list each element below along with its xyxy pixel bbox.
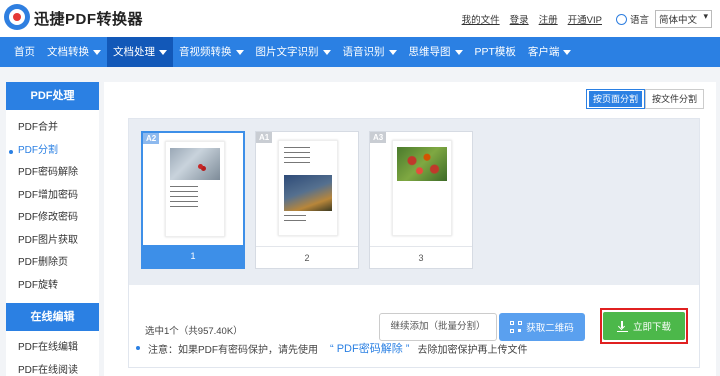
main-panel: 按页面分割 按文件分割 A2 1 A1 2 A3 3 选中1个（共957.40K… (104, 82, 716, 376)
caret-down-icon (563, 49, 572, 55)
preview-area: A2 1 A1 2 A3 3 选中1个（共957.40K） 继续添加（批量分割）… (128, 118, 700, 368)
register-link[interactable]: 注册 (539, 12, 558, 26)
nav-ocr[interactable]: 图片文字识别 (250, 37, 337, 67)
nav-av-convert-label: 音视频转换 (179, 46, 232, 58)
split-by-file-button[interactable]: 按文件分割 (644, 89, 704, 109)
nav-doc-process-label: 文档处理 (113, 46, 155, 58)
nav-home-label: 首页 (14, 46, 35, 58)
nav-doc-convert[interactable]: 文档转换 (41, 37, 107, 67)
page-image (397, 147, 447, 181)
page-text (170, 186, 198, 211)
sidebar-item-extract-images[interactable]: PDF图片获取 (6, 230, 99, 253)
caret-down-icon (93, 49, 101, 55)
nav-av-convert[interactable]: 音视频转换 (173, 37, 250, 67)
sidebar-item-add-password[interactable]: PDF增加密码 (6, 185, 99, 208)
sidebar-item-online-edit[interactable]: PDF在线编辑 (6, 337, 99, 360)
notice-suffix: 去除加密保护再上传文件 (417, 344, 528, 356)
nav-ppt-label: PPT模板 (474, 46, 516, 58)
sidebar-item-change-password[interactable]: PDF修改密码 (6, 207, 99, 230)
download-now-label: 立即下载 (632, 322, 671, 333)
page-number: 1 (143, 245, 243, 267)
nav-mindmap-label: 思维导图 (408, 46, 451, 58)
continue-add-button[interactable]: 继续添加（批量分割） (379, 313, 497, 341)
page-sheet (392, 140, 452, 236)
language-label: 语言 (629, 15, 649, 26)
page-size-tag: A3 (370, 132, 387, 143)
nav-speech[interactable]: 语音识别 (337, 37, 403, 67)
pages-zone: A2 1 A1 2 A3 3 (129, 119, 699, 285)
my-files-link[interactable]: 我的文件 (462, 12, 500, 26)
top-links: 我的文件 登录 注册 开通VIP 语言 简体中文 (452, 10, 712, 28)
split-by-page-label: 按页面分割 (588, 91, 642, 107)
nav-doc-convert-label: 文档转换 (47, 46, 89, 58)
nav-mindmap[interactable]: 思维导图 (403, 37, 469, 67)
sidebar-item-split[interactable]: PDF分割 (6, 140, 99, 163)
sidebar-section-pdf: PDF处理 (6, 82, 99, 110)
caret-down-icon (159, 49, 167, 55)
get-qrcode-label: 获取二维码 (526, 323, 574, 334)
page-thumb[interactable]: A3 3 (369, 131, 473, 269)
caret-down-icon (235, 49, 244, 55)
page-thumb[interactable]: A2 1 (141, 131, 245, 269)
bullet-icon (136, 346, 140, 350)
logo-icon (4, 4, 30, 30)
caret-down-icon (388, 49, 397, 55)
nav-ppt[interactable]: PPT模板 (469, 37, 522, 67)
download-now-button[interactable]: 立即下载 (603, 312, 685, 340)
page-text (284, 147, 310, 167)
open-vip-link[interactable]: 开通VIP (568, 12, 602, 26)
page-sheet (278, 140, 338, 236)
get-qrcode-button[interactable]: 获取二维码 (499, 313, 585, 341)
page-thumb[interactable]: A1 2 (255, 131, 359, 269)
split-by-page-button[interactable]: 按页面分割 (585, 89, 645, 109)
pdf-password-remove-link[interactable]: “ PDF密码解除 ” (330, 340, 409, 356)
page-image (284, 175, 332, 211)
logo-text: 迅捷PDF转换器 (34, 11, 144, 28)
caret-down-icon (454, 49, 463, 55)
login-link[interactable]: 登录 (510, 12, 529, 26)
nav-doc-process[interactable]: 文档处理 (107, 37, 173, 67)
page-size-tag: A2 (143, 133, 160, 144)
split-mode-toggle: 按页面分割 按文件分割 (585, 89, 704, 109)
download-icon (616, 320, 628, 332)
nav-speech-label: 语音识别 (342, 46, 385, 58)
globe-icon (615, 13, 627, 25)
nav-home[interactable]: 首页 (8, 37, 41, 67)
caret-down-icon (322, 49, 331, 55)
sidebar-item-rotate[interactable]: PDF旋转 (6, 275, 99, 298)
page-image (170, 148, 220, 180)
sidebar-section-online-edit: 在线编辑 (6, 303, 99, 331)
nav-client-label: 客户端 (527, 46, 560, 58)
nav-ocr-label: 图片文字识别 (255, 46, 319, 58)
main-nav: 首页 文档转换 文档处理 音视频转换 图片文字识别 语音识别 思维导图 PPT模… (0, 37, 720, 67)
page-number: 2 (256, 246, 358, 268)
language-select[interactable]: 简体中文 (654, 10, 712, 28)
qrcode-icon (510, 321, 523, 333)
notice-prefix: 注意：如果PDF有密码保护，请先使用 (148, 344, 318, 356)
page-size-tag: A1 (256, 132, 273, 143)
selection-info: 选中1个（共957.40K） (145, 326, 243, 337)
page-text (284, 215, 306, 225)
sidebar-item-remove-password[interactable]: PDF密码解除 (6, 162, 99, 185)
page-sheet (165, 141, 225, 237)
notice: 注意：如果PDF有密码保护，请先使用 “ PDF密码解除 ” 去除加密保护再上传… (136, 340, 527, 356)
header: 迅捷PDF转换器 我的文件 登录 注册 开通VIP 语言 简体中文 (0, 0, 720, 34)
sidebar-item-merge[interactable]: PDF合并 (6, 117, 99, 140)
sidebar-item-online-read[interactable]: PDF在线阅读 (6, 360, 99, 376)
page-number: 3 (370, 246, 472, 268)
nav-client[interactable]: 客户端 (522, 37, 578, 67)
sidebar-item-delete-pages[interactable]: PDF删除页 (6, 252, 99, 275)
sidebar: PDF处理 PDF合并 PDF分割 PDF密码解除 PDF增加密码 PDF修改密… (6, 82, 99, 376)
